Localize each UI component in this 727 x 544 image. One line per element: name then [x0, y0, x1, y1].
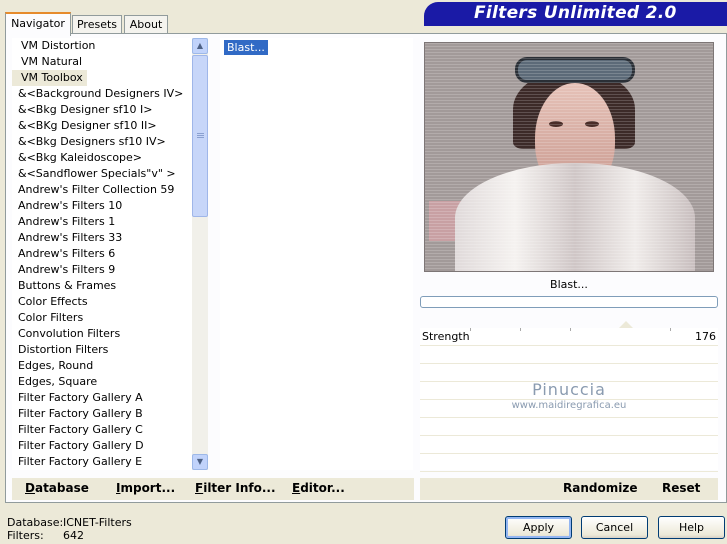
category-item[interactable]: &<BKg Designer sf10 II>	[12, 118, 192, 134]
category-item[interactable]: Andrew's Filters 10	[12, 198, 192, 214]
tab-navigator[interactable]: Navigator	[5, 12, 71, 36]
category-item[interactable]: Filter Factory Gallery A	[12, 390, 192, 406]
preview-image	[424, 42, 714, 272]
category-item[interactable]: Filter Factory Gallery B	[12, 406, 192, 422]
watermark-name: Pinuccia	[532, 380, 606, 399]
category-item[interactable]: Filter Factory Gallery D	[12, 438, 192, 454]
filter-info-button[interactable]: Filter Info...	[195, 481, 276, 495]
editor-button[interactable]: Editor...	[292, 481, 345, 495]
scroll-thumb[interactable]	[192, 55, 208, 217]
filter-list[interactable]: Blast...	[220, 38, 413, 470]
category-item[interactable]: &<Bkg Designer sf10 I>	[12, 102, 192, 118]
category-item[interactable]: Distortion Filters	[12, 342, 192, 358]
category-item[interactable]: VM Distortion	[12, 38, 192, 54]
category-item[interactable]: Color Effects	[12, 294, 192, 310]
cancel-button[interactable]: Cancel	[581, 516, 648, 539]
status-db-label: Database:	[7, 516, 64, 529]
filter-item-blast[interactable]: Blast...	[224, 40, 268, 55]
category-item[interactable]: VM Toolbox	[12, 70, 87, 86]
help-button[interactable]: Help	[658, 516, 725, 539]
category-item[interactable]: Filter Factory Gallery C	[12, 422, 192, 438]
slider-thumb-icon[interactable]	[619, 321, 633, 328]
import-button[interactable]: Import...	[116, 481, 175, 495]
category-item[interactable]: Edges, Round	[12, 358, 192, 374]
reset-button[interactable]: Reset	[662, 481, 700, 495]
param-name: Strength	[422, 330, 470, 343]
category-item[interactable]: Andrew's Filters 1	[12, 214, 192, 230]
tab-about-label: About	[129, 18, 163, 31]
category-list[interactable]: VM Distortion VM Natural VM Toolbox &<Backg…	[12, 38, 192, 470]
category-item[interactable]: Buttons & Frames	[12, 278, 192, 294]
selected-filter-label: Blast...	[550, 278, 588, 291]
randomize-button[interactable]: Randomize	[563, 481, 637, 495]
category-item[interactable]: Edges, Square	[12, 374, 192, 390]
category-item[interactable]: Andrew's Filter Collection 59	[12, 182, 192, 198]
status-db-value: ICNET-Filters	[63, 516, 132, 529]
category-item[interactable]: Andrew's Filters 6	[12, 246, 192, 262]
category-item[interactable]: VM Natural	[12, 54, 192, 70]
scroll-down-icon[interactable]: ▼	[192, 454, 208, 470]
param-value: 176	[695, 330, 716, 343]
category-item[interactable]: &<Background Designers IV>	[12, 86, 192, 102]
category-item[interactable]: &<Bkg Kaleidoscope>	[12, 150, 192, 166]
app-title: Filters Unlimited 2.0	[474, 3, 677, 23]
progress-bar	[420, 296, 718, 308]
database-button[interactable]: Database	[25, 481, 89, 495]
param-row-strength[interactable]: Strength 176	[420, 321, 718, 346]
category-item[interactable]: Convolution Filters	[12, 326, 192, 342]
tab-about[interactable]: About	[124, 15, 168, 34]
category-item[interactable]: Andrew's Filters 33	[12, 230, 192, 246]
category-item[interactable]: &<Bkg Designers sf10 IV>	[12, 134, 192, 150]
tab-presets[interactable]: Presets	[72, 15, 122, 34]
parameters-panel: Strength 176	[420, 321, 718, 472]
category-item[interactable]: Filter Factory Gallery E	[12, 454, 192, 470]
scroll-up-icon[interactable]: ▲	[192, 38, 208, 54]
tab-presets-label: Presets	[76, 18, 118, 31]
watermark-url: www.maidiregrafica.eu	[511, 400, 627, 411]
apply-button[interactable]: Apply	[505, 516, 572, 539]
category-item[interactable]: Andrew's Filters 9	[12, 262, 192, 278]
category-item[interactable]: Color Filters	[12, 310, 192, 326]
category-item[interactable]: &<Sandflower Specials"v" >	[12, 166, 192, 182]
category-scrollbar[interactable]: ▲ ▼	[192, 38, 208, 470]
tab-navigator-label: Navigator	[11, 17, 65, 30]
status-filters-label: Filters:	[7, 529, 44, 542]
status-filters-value: 642	[63, 529, 84, 542]
